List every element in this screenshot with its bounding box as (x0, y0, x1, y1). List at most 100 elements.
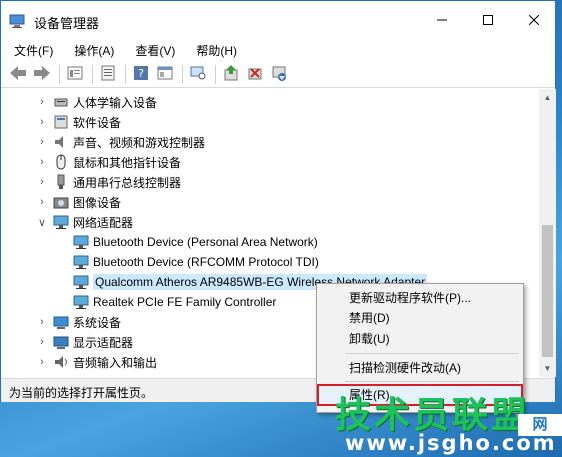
context-item-disable[interactable]: 禁用(D) (317, 307, 523, 329)
context-item-scan-hardware[interactable]: 扫描检测硬件改动(A) (317, 357, 523, 379)
expand-chevron-icon[interactable]: › (35, 116, 49, 128)
device-manager-app-icon (9, 13, 25, 29)
console-icon (157, 65, 173, 84)
device-tree-item[interactable]: Realtek PCIe FE Family Controller (69, 292, 276, 312)
device-tree-item[interactable]: Bluetooth Device (Personal Area Network) (69, 232, 318, 252)
maximize-button[interactable] (465, 1, 511, 41)
device-list-icon (100, 65, 116, 84)
monitor-icon (190, 65, 206, 84)
speaker-icon (53, 134, 69, 150)
menu-bar: 文件(F) 操作(A) 查看(V) 帮助(H) (1, 41, 555, 61)
watermark-badge: 网 (518, 414, 562, 436)
back-button[interactable] (7, 63, 29, 85)
software-device-icon (53, 114, 69, 130)
toolbar-separator (92, 64, 93, 84)
device-tree-label: Bluetooth Device (Personal Area Network) (93, 235, 318, 249)
device-category-row[interactable]: › 音频输入和输出 (35, 352, 157, 372)
device-tree-label: 网络适配器 (73, 215, 134, 230)
window-title: 设备管理器 (34, 16, 100, 31)
device-tree-label: Realtek PCIe FE Family Controller (93, 295, 277, 309)
properties-view-icon (67, 65, 83, 84)
forward-button[interactable] (31, 63, 53, 85)
device-tree-label: 显示适配器 (73, 335, 134, 350)
device-list-button[interactable] (97, 63, 119, 85)
toolbar-separator (59, 64, 60, 84)
hid-icon (53, 94, 69, 110)
expand-chevron-icon[interactable]: › (35, 136, 49, 148)
expand-chevron-icon[interactable]: › (35, 336, 49, 348)
forward-icon (34, 65, 50, 83)
menu-help[interactable]: 帮助(H) (181, 41, 243, 61)
expand-chevron-icon[interactable]: › (35, 196, 49, 208)
menu-action[interactable]: 操作(A) (59, 41, 120, 61)
mouse-icon (53, 154, 69, 170)
toolbar-separator (125, 64, 126, 84)
context-item-uninstall[interactable]: 卸载(U) (317, 328, 523, 350)
scroll-up-icon[interactable]: ▲ (539, 89, 556, 106)
context-menu-separator (345, 381, 519, 382)
device-tree-label: 软件设备 (73, 115, 122, 130)
disable-device-icon (247, 65, 263, 84)
toolbar: ? (1, 61, 555, 88)
console-button[interactable] (154, 63, 176, 85)
status-text: 为当前的选择打开属性页。 (9, 386, 154, 400)
device-category-row[interactable]: ∨ 网络适配器 (35, 212, 133, 232)
device-tree-label: 图像设备 (73, 195, 122, 210)
device-category-row[interactable]: › 系统设备 (35, 312, 121, 332)
device-category-row[interactable]: › 鼠标和其他指针设备 (35, 152, 181, 172)
device-tree-label: 通用串行总线控制器 (73, 175, 182, 190)
scroll-thumb[interactable] (542, 225, 553, 357)
maximize-icon (483, 14, 493, 28)
device-category-row[interactable]: › 声音、视频和游戏控制器 (35, 132, 205, 152)
device-tree-item[interactable]: Bluetooth Device (RFCOMM Protocol TDI) (69, 252, 319, 272)
expand-chevron-icon[interactable]: › (35, 316, 49, 328)
minimize-icon (437, 14, 447, 28)
expand-chevron-icon[interactable]: › (35, 156, 49, 168)
update-driver-button[interactable] (220, 63, 242, 85)
collapse-chevron-icon[interactable]: ∨ (35, 216, 49, 229)
update-driver-icon (223, 64, 239, 84)
uninstall-device-icon (271, 65, 287, 84)
svg-text:?: ? (138, 67, 144, 80)
display-adapter-icon (53, 334, 69, 350)
device-category-row[interactable]: › 通用串行总线控制器 (35, 172, 181, 192)
minimize-button[interactable] (419, 1, 465, 41)
toolbar-separator (215, 64, 216, 84)
system-device-icon (53, 314, 69, 330)
network-adapter-icon (73, 274, 89, 290)
device-tree-label: 音频输入和输出 (73, 355, 158, 370)
context-menu-separator (345, 353, 519, 354)
device-tree-label: Bluetooth Device (RFCOMM Protocol TDI) (93, 255, 319, 269)
monitor-button[interactable] (187, 63, 209, 85)
help-icon: ? (133, 65, 149, 84)
close-icon (528, 14, 540, 28)
toolbar-separator (182, 64, 183, 84)
disable-device-button[interactable] (244, 63, 266, 85)
network-adapter-icon (73, 294, 89, 310)
device-category-row[interactable]: › 软件设备 (35, 112, 121, 132)
network-adapter-icon (73, 254, 89, 270)
uninstall-device-button[interactable] (268, 63, 290, 85)
menu-view[interactable]: 查看(V) (120, 41, 181, 61)
vertical-scrollbar[interactable]: ▲ ▼ (539, 89, 556, 377)
scroll-down-icon[interactable]: ▼ (539, 360, 556, 377)
device-category-row[interactable]: › 人体学输入设备 (35, 92, 157, 112)
device-tree-label: 鼠标和其他指针设备 (73, 155, 182, 170)
audio-icon (53, 354, 69, 370)
network-adapter-icon (73, 234, 89, 250)
menu-file[interactable]: 文件(F) (1, 41, 59, 61)
context-item-update-driver[interactable]: 更新驱动程序软件(P)... (317, 287, 523, 309)
expand-chevron-icon[interactable]: › (35, 176, 49, 188)
camera-icon (53, 194, 69, 210)
device-tree-label: 系统设备 (73, 315, 122, 330)
close-button[interactable] (511, 1, 557, 41)
expand-chevron-icon[interactable]: › (35, 96, 49, 108)
properties-view-button[interactable] (64, 63, 86, 85)
usb-icon (53, 174, 69, 190)
help-button[interactable]: ? (130, 63, 152, 85)
device-category-row[interactable]: › 显示适配器 (35, 332, 133, 352)
device-tree-label: 人体学输入设备 (73, 95, 158, 110)
title-bar[interactable]: 设备管理器 (1, 1, 555, 41)
device-category-row[interactable]: › 图像设备 (35, 192, 121, 212)
expand-chevron-icon[interactable]: › (35, 356, 49, 368)
